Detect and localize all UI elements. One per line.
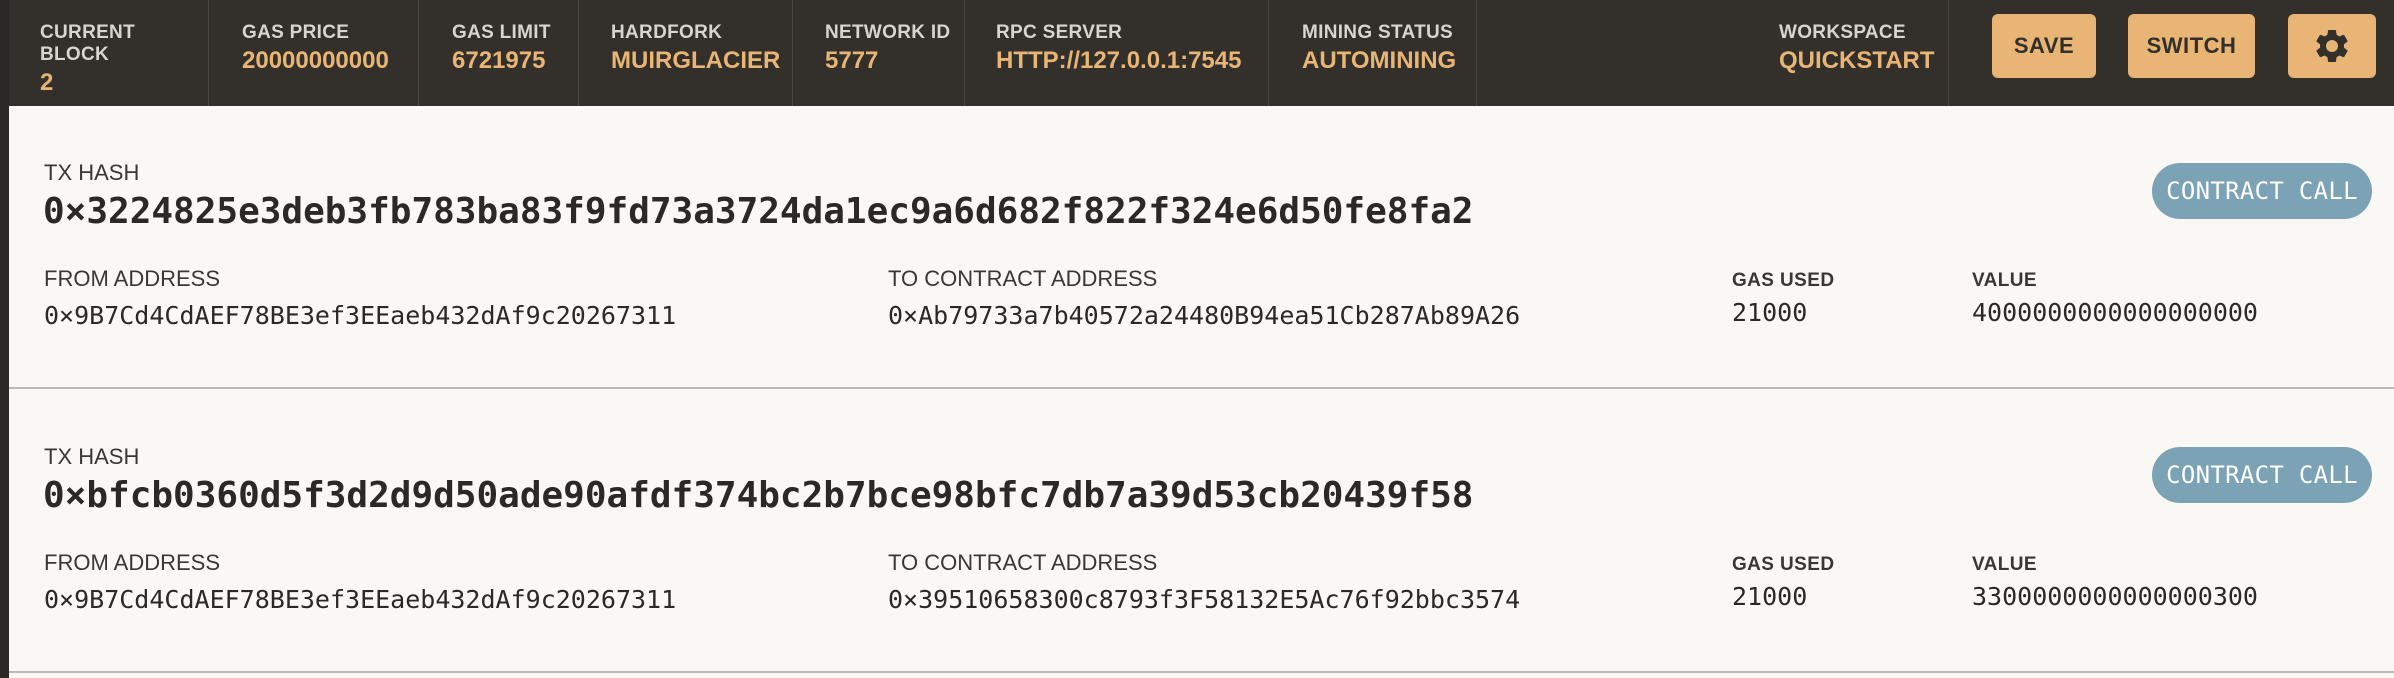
value-label: VALUE [1972,554,2037,575]
to-contract-address-value: 0×Ab79733a7b40572a24480B94ea51Cb287Ab89A… [888,301,1521,330]
to-contract-address-label: TO CONTRACT ADDRESS [888,550,1158,575]
from-address-label: FROM ADDRESS [44,266,221,291]
gas-limit-label: GAS LIMIT [452,22,551,43]
to-contract-address-label: TO CONTRACT ADDRESS [888,266,1158,291]
from-address-label: FROM ADDRESS [44,550,221,575]
value-amount: 4000000000000000000 [1972,298,2258,327]
network-id-value: 5777 [825,47,879,74]
gear-icon [2312,26,2352,66]
left-window-edge [0,0,9,678]
to-contract-address-value: 0×39510658300c8793f3F58132E5Ac76f92bbc35… [888,585,1521,614]
hardfork-value: MUIRGLACIER [611,47,781,74]
tx-hash-label: TX HASH [44,160,140,185]
switch-button[interactable]: SWITCH [2128,14,2255,78]
current-block-value: 2 [40,69,54,96]
contract-call-badge: CONTRACT CALL [2152,163,2372,219]
gas-limit-stat: GAS LIMIT 6721975 [419,0,579,106]
top-status-bar: CURRENT BLOCK 2 GAS PRICE 20000000000 GA… [9,0,2394,106]
from-address-value: 0×9B7Cd4CdAEF78BE3ef3EEaeb432dAf9c202673… [44,585,677,614]
current-block-label: CURRENT BLOCK [40,22,135,65]
current-block-stat: CURRENT BLOCK 2 [9,0,209,106]
mining-status-stat: MINING STATUS AUTOMINING [1269,0,1477,106]
gas-used-value: 21000 [1732,298,1808,327]
value-label: VALUE [1972,270,2037,291]
tx-hash-value: 0×bfcb0360d5f3d2d9d50ade90afdf374bc2b7bc… [43,475,1474,516]
rpc-server-label: RPC SERVER [996,22,1123,43]
transaction-row[interactable]: TX HASH 0×3224825e3deb3fb783ba83f9fd73a3… [9,106,2394,389]
contract-call-badge: CONTRACT CALL [2152,447,2372,503]
save-button[interactable]: SAVE [1992,14,2096,78]
gas-used-label: GAS USED [1732,554,1835,575]
gas-limit-value: 6721975 [452,47,546,74]
workspace-label: WORKSPACE [1779,22,1906,43]
gas-price-stat: GAS PRICE 20000000000 [209,0,419,106]
tx-hash-label: TX HASH [44,444,140,469]
network-id-stat: NETWORK ID 5777 [793,0,965,106]
network-id-label: NETWORK ID [825,22,951,43]
hardfork-stat: HARDFORK MUIRGLACIER [579,0,793,106]
workspace-stat: WORKSPACE QUICKSTART [1759,0,1949,106]
mining-status-value: AUTOMINING [1302,47,1457,74]
gas-used-value: 21000 [1732,582,1808,611]
hardfork-label: HARDFORK [611,22,723,43]
transaction-row[interactable]: TX HASH 0×bfcb0360d5f3d2d9d50ade90afdf37… [9,390,2394,673]
mining-status-label: MINING STATUS [1302,22,1453,43]
gas-price-value: 20000000000 [242,47,389,74]
gas-used-label: GAS USED [1732,270,1835,291]
settings-button[interactable] [2288,14,2376,78]
rpc-server-value: HTTP://127.0.0.1:7545 [996,47,1242,74]
tx-hash-value: 0×3224825e3deb3fb783ba83f9fd73a3724da1ec… [43,191,1474,232]
gas-price-label: GAS PRICE [242,22,350,43]
workspace-value: QUICKSTART [1779,47,1935,74]
rpc-server-stat: RPC SERVER HTTP://127.0.0.1:7545 [965,0,1269,106]
from-address-value: 0×9B7Cd4CdAEF78BE3ef3EEaeb432dAf9c202673… [44,301,677,330]
value-amount: 3300000000000000300 [1972,582,2258,611]
